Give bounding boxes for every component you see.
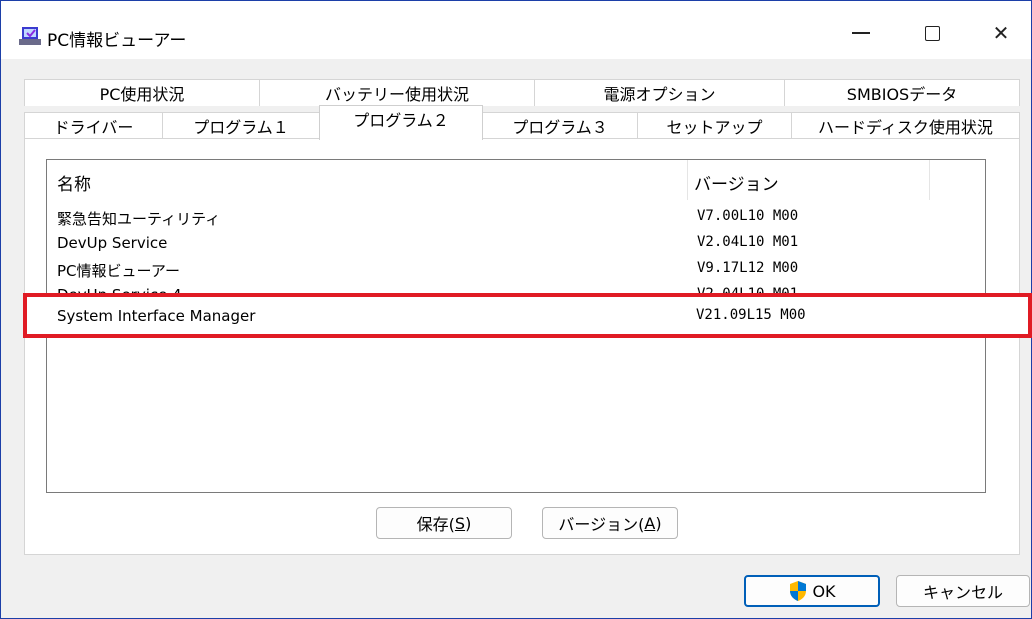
tab-program-3[interactable]: プログラム３ bbox=[482, 112, 638, 139]
tab-hard-disk-usage[interactable]: ハードディスク使用状況 bbox=[791, 112, 1020, 139]
tab-label: バッテリー使用状況 bbox=[324, 85, 469, 104]
save-suffix: ) bbox=[465, 513, 472, 533]
tab-row-back: PC使用状況 バッテリー使用状況 電源オプション SMBIOSデータ bbox=[24, 79, 1020, 106]
item-version: V2.04L10 M01 bbox=[697, 234, 799, 250]
tab-pc-usage[interactable]: PC使用状況 bbox=[24, 79, 260, 106]
tab-label: プログラム２ bbox=[353, 111, 449, 130]
column-header-name[interactable]: 名称 bbox=[57, 170, 91, 195]
save-button[interactable]: 保存(S) bbox=[376, 507, 512, 539]
tab-setup[interactable]: セットアップ bbox=[637, 112, 792, 139]
save-mnemonic: S bbox=[454, 513, 466, 533]
list-item[interactable]: PC情報ビューアー V9.17L12 M00 bbox=[47, 257, 985, 283]
highlighted-item-name: System Interface Manager bbox=[57, 307, 256, 325]
tab-drivers[interactable]: ドライバー bbox=[24, 112, 163, 139]
tab-power-options[interactable]: 電源オプション bbox=[534, 79, 785, 106]
column-header-version[interactable]: バージョン bbox=[694, 170, 779, 195]
item-name: PC情報ビューアー bbox=[57, 262, 181, 280]
minimize-icon bbox=[852, 32, 870, 34]
item-name: DevUp Service bbox=[57, 234, 168, 252]
item-version: V9.17L12 M00 bbox=[697, 260, 799, 276]
tab-label: セットアップ bbox=[666, 118, 763, 137]
ok-button[interactable]: OK bbox=[744, 575, 880, 607]
tab-label: SMBIOSデータ bbox=[846, 85, 958, 104]
close-icon: ✕ bbox=[992, 21, 1010, 45]
highlighted-item-version: V21.09L15 M00 bbox=[696, 307, 806, 323]
window-title: PC情報ビューアー bbox=[47, 31, 187, 51]
highlighted-row[interactable]: System Interface Manager V21.09L15 M00 bbox=[23, 293, 1032, 338]
tab-label: ドライバー bbox=[53, 118, 134, 137]
version-label: バージョン( bbox=[558, 515, 645, 534]
title-bar[interactable]: PC情報ビューアー ✕ bbox=[1, 1, 1031, 59]
version-button[interactable]: バージョン(A) bbox=[542, 507, 678, 539]
minimize-button[interactable] bbox=[831, 9, 891, 53]
tab-battery-usage[interactable]: バッテリー使用状況 bbox=[259, 79, 535, 106]
ok-label: OK bbox=[812, 581, 836, 601]
column-divider[interactable] bbox=[929, 160, 930, 200]
list-header: 名称 バージョン bbox=[47, 160, 985, 200]
tab-label: ハードディスク使用状況 bbox=[818, 118, 993, 137]
tab-row-front: ドライバー プログラム１ プログラム２ プログラム３ セットアップ ハードディス… bbox=[24, 105, 1020, 140]
list-rows: 緊急告知ユーティリティ V7.00L10 M00 DevUp Service V… bbox=[47, 205, 985, 295]
version-mnemonic: A bbox=[644, 513, 656, 533]
list-item[interactable]: 緊急告知ユーティリティ V7.00L10 M00 bbox=[47, 205, 985, 231]
tab-label: プログラム３ bbox=[512, 118, 608, 137]
close-button[interactable]: ✕ bbox=[971, 9, 1031, 53]
list-item[interactable]: DevUp Service V2.04L10 M01 bbox=[47, 231, 985, 257]
tab-label: 電源オプション bbox=[603, 85, 716, 104]
version-suffix: ) bbox=[655, 513, 662, 533]
column-divider[interactable] bbox=[687, 160, 688, 200]
cancel-label: キャンセル bbox=[922, 583, 1003, 602]
item-version: V7.00L10 M00 bbox=[697, 208, 799, 224]
save-label: 保存( bbox=[416, 515, 455, 534]
uac-shield-icon bbox=[790, 581, 807, 601]
tab-program-2[interactable]: プログラム２ bbox=[319, 105, 483, 140]
cancel-button[interactable]: キャンセル bbox=[896, 575, 1030, 607]
tab-panel: 名称 バージョン 緊急告知ユーティリティ V7.00L10 M00 DevUp … bbox=[24, 138, 1020, 555]
tab-program-1[interactable]: プログラム１ bbox=[162, 112, 320, 139]
maximize-icon bbox=[924, 25, 940, 41]
item-name: 緊急告知ユーティリティ bbox=[57, 210, 221, 228]
tab-label: プログラム１ bbox=[193, 118, 289, 137]
pc-info-app-icon bbox=[19, 27, 41, 45]
maximize-button[interactable] bbox=[902, 9, 962, 53]
tab-smbios-data[interactable]: SMBIOSデータ bbox=[784, 79, 1020, 106]
tab-label: PC使用状況 bbox=[99, 85, 185, 104]
